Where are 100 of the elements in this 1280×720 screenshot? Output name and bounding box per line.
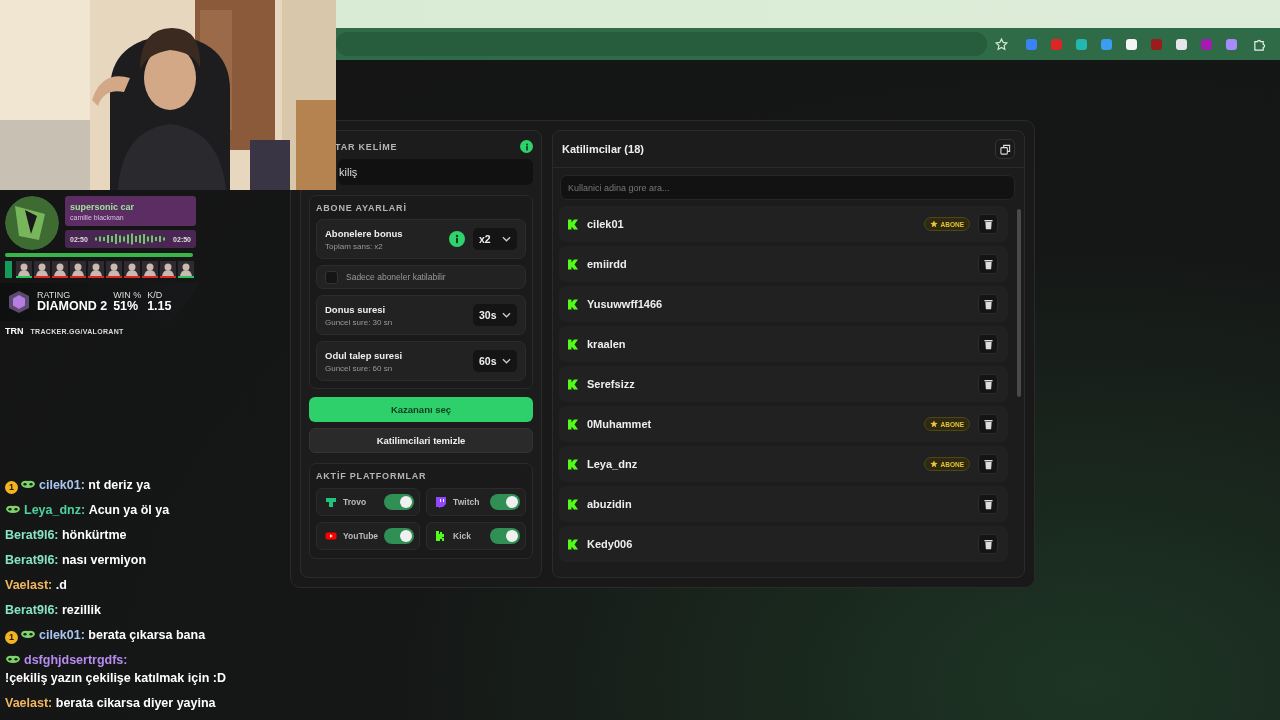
delete-button[interactable] [978,534,998,554]
participant-row[interactable]: kraalen [559,326,1008,362]
kick-icon [567,297,579,311]
participant-name: abuzidin [587,498,633,510]
agent-icon [106,261,122,276]
participant-name: 0Muhammet [587,418,653,430]
trash-icon [983,338,993,350]
participant-name: Yusuwwff1466 [587,298,664,310]
kd-label: K/D [147,291,164,301]
mask-badge-icon [5,505,21,514]
toggle-switch[interactable] [384,528,415,544]
trash-icon [983,538,993,550]
clear-participants-button[interactable]: Katilimcilari temizle [309,428,533,453]
win-rate-value: 51% [113,300,140,313]
chat-message: nası vermiyon [62,552,147,569]
extension-icon[interactable] [1126,38,1137,50]
keyword-field[interactable]: kiliş [338,159,533,185]
chat-username[interactable]: Berat9l6: [5,553,59,567]
copy-button[interactable] [995,139,1015,159]
participant-row[interactable]: Serefsizz [559,366,1008,402]
participant-name: emiirdd [587,258,628,270]
tier-badge: 1 [5,481,18,494]
delete-button[interactable] [978,214,998,234]
chat-username[interactable]: Berat9l6: [5,603,59,617]
chat-username[interactable]: dsfghjdsertrgdfs: [24,653,128,667]
toggle-switch[interactable] [490,528,520,544]
kick-icon [567,257,579,271]
youtube-icon [325,530,337,542]
rating-value: DIAMOND 2 [37,300,108,313]
chat-message: Acun ya öl ya [88,502,170,519]
trash-icon [983,378,993,390]
chevron-down-icon [502,358,511,364]
chat-username[interactable]: cilek01: [39,478,85,492]
chat-message: !çekiliş yazın çekilişe katılmak için :D [5,670,226,687]
participant-row[interactable]: emiirdd [559,246,1008,282]
kick-icon [567,377,579,391]
chat-username[interactable]: cilek01: [39,628,85,642]
setting-hint: Guncel sure: 30 sn [325,317,394,327]
kick-icon [567,497,579,511]
agent-icon [34,261,50,276]
setting-label: Odul talep suresi [325,349,404,361]
kick-icon [567,337,579,351]
bookmark-star-icon[interactable] [995,37,1008,51]
platform-name: YouTube [343,531,379,541]
kd-value: 1.15 [147,300,172,313]
delete-button[interactable] [978,374,998,394]
chat-message: berata cikarsa diyer yayina [55,695,216,712]
delete-button[interactable] [978,414,998,434]
info-icon[interactable] [520,140,533,153]
agent-icon [52,261,68,276]
chat-message: berata çıkarsa bana [88,627,206,644]
song-title: supersonic car [70,201,136,212]
value-dropdown[interactable]: 30s [473,304,517,326]
kick-icon [567,457,579,471]
delete-button[interactable] [978,294,998,314]
platform-name: Trovo [343,497,368,507]
chat-message: rezillik [62,602,101,619]
value-dropdown[interactable]: 60s [473,350,517,372]
chat-username[interactable]: Vaelast: [5,696,53,710]
search-field[interactable]: Kullanici adina gore ara... [560,175,1015,200]
value-dropdown[interactable]: x2 [473,228,517,250]
extension-icon[interactable] [1076,38,1087,50]
chat-username[interactable]: Leya_dnz: [24,503,86,517]
mask-badge-icon [20,480,36,489]
delete-button[interactable] [978,254,998,274]
toggle-switch[interactable] [490,494,520,510]
pick-winner-button[interactable]: Kazananı seç [309,397,533,422]
extensions-icon[interactable] [1253,37,1266,51]
agent-icon [70,261,86,276]
toggle-switch[interactable] [384,494,415,510]
participant-row[interactable]: abuzidin [559,486,1008,522]
platform-name: Twitch [453,497,481,507]
agent-icon [88,261,104,276]
chevron-down-icon [502,236,511,242]
trash-icon [983,218,993,230]
agent-icon [124,261,140,276]
extension-icon[interactable] [1176,38,1187,50]
trovo-icon [325,496,337,508]
kick-icon [567,417,579,431]
trash-icon [983,458,993,470]
copy-icon [999,143,1011,155]
setting-hint: Toplam sans: x2 [325,241,384,251]
checkbox[interactable] [325,270,338,284]
setting-hint: Guncel sure: 60 sn [325,363,394,373]
delete-button[interactable] [978,494,998,514]
participant-row[interactable]: Kedy006 [559,526,1008,562]
mask-badge-icon [20,630,36,639]
delete-button[interactable] [978,334,998,354]
trash-icon [983,498,993,510]
delete-button[interactable] [978,454,998,474]
info-icon[interactable] [449,231,465,247]
participant-row[interactable]: Yusuwwff1466 [559,286,1008,322]
waveform-icon [94,233,167,245]
trash-icon [983,298,993,310]
chat-username[interactable]: Berat9l6: [5,528,59,542]
chat-message: nt deriz ya [88,477,151,494]
checkbox-label: Sadece aboneler katilabilir [346,272,446,282]
chat-message: hönkürtme [62,527,127,544]
participants-title: Katilimcilar (18) [562,143,644,155]
chat-username[interactable]: Vaelast: [5,578,53,592]
